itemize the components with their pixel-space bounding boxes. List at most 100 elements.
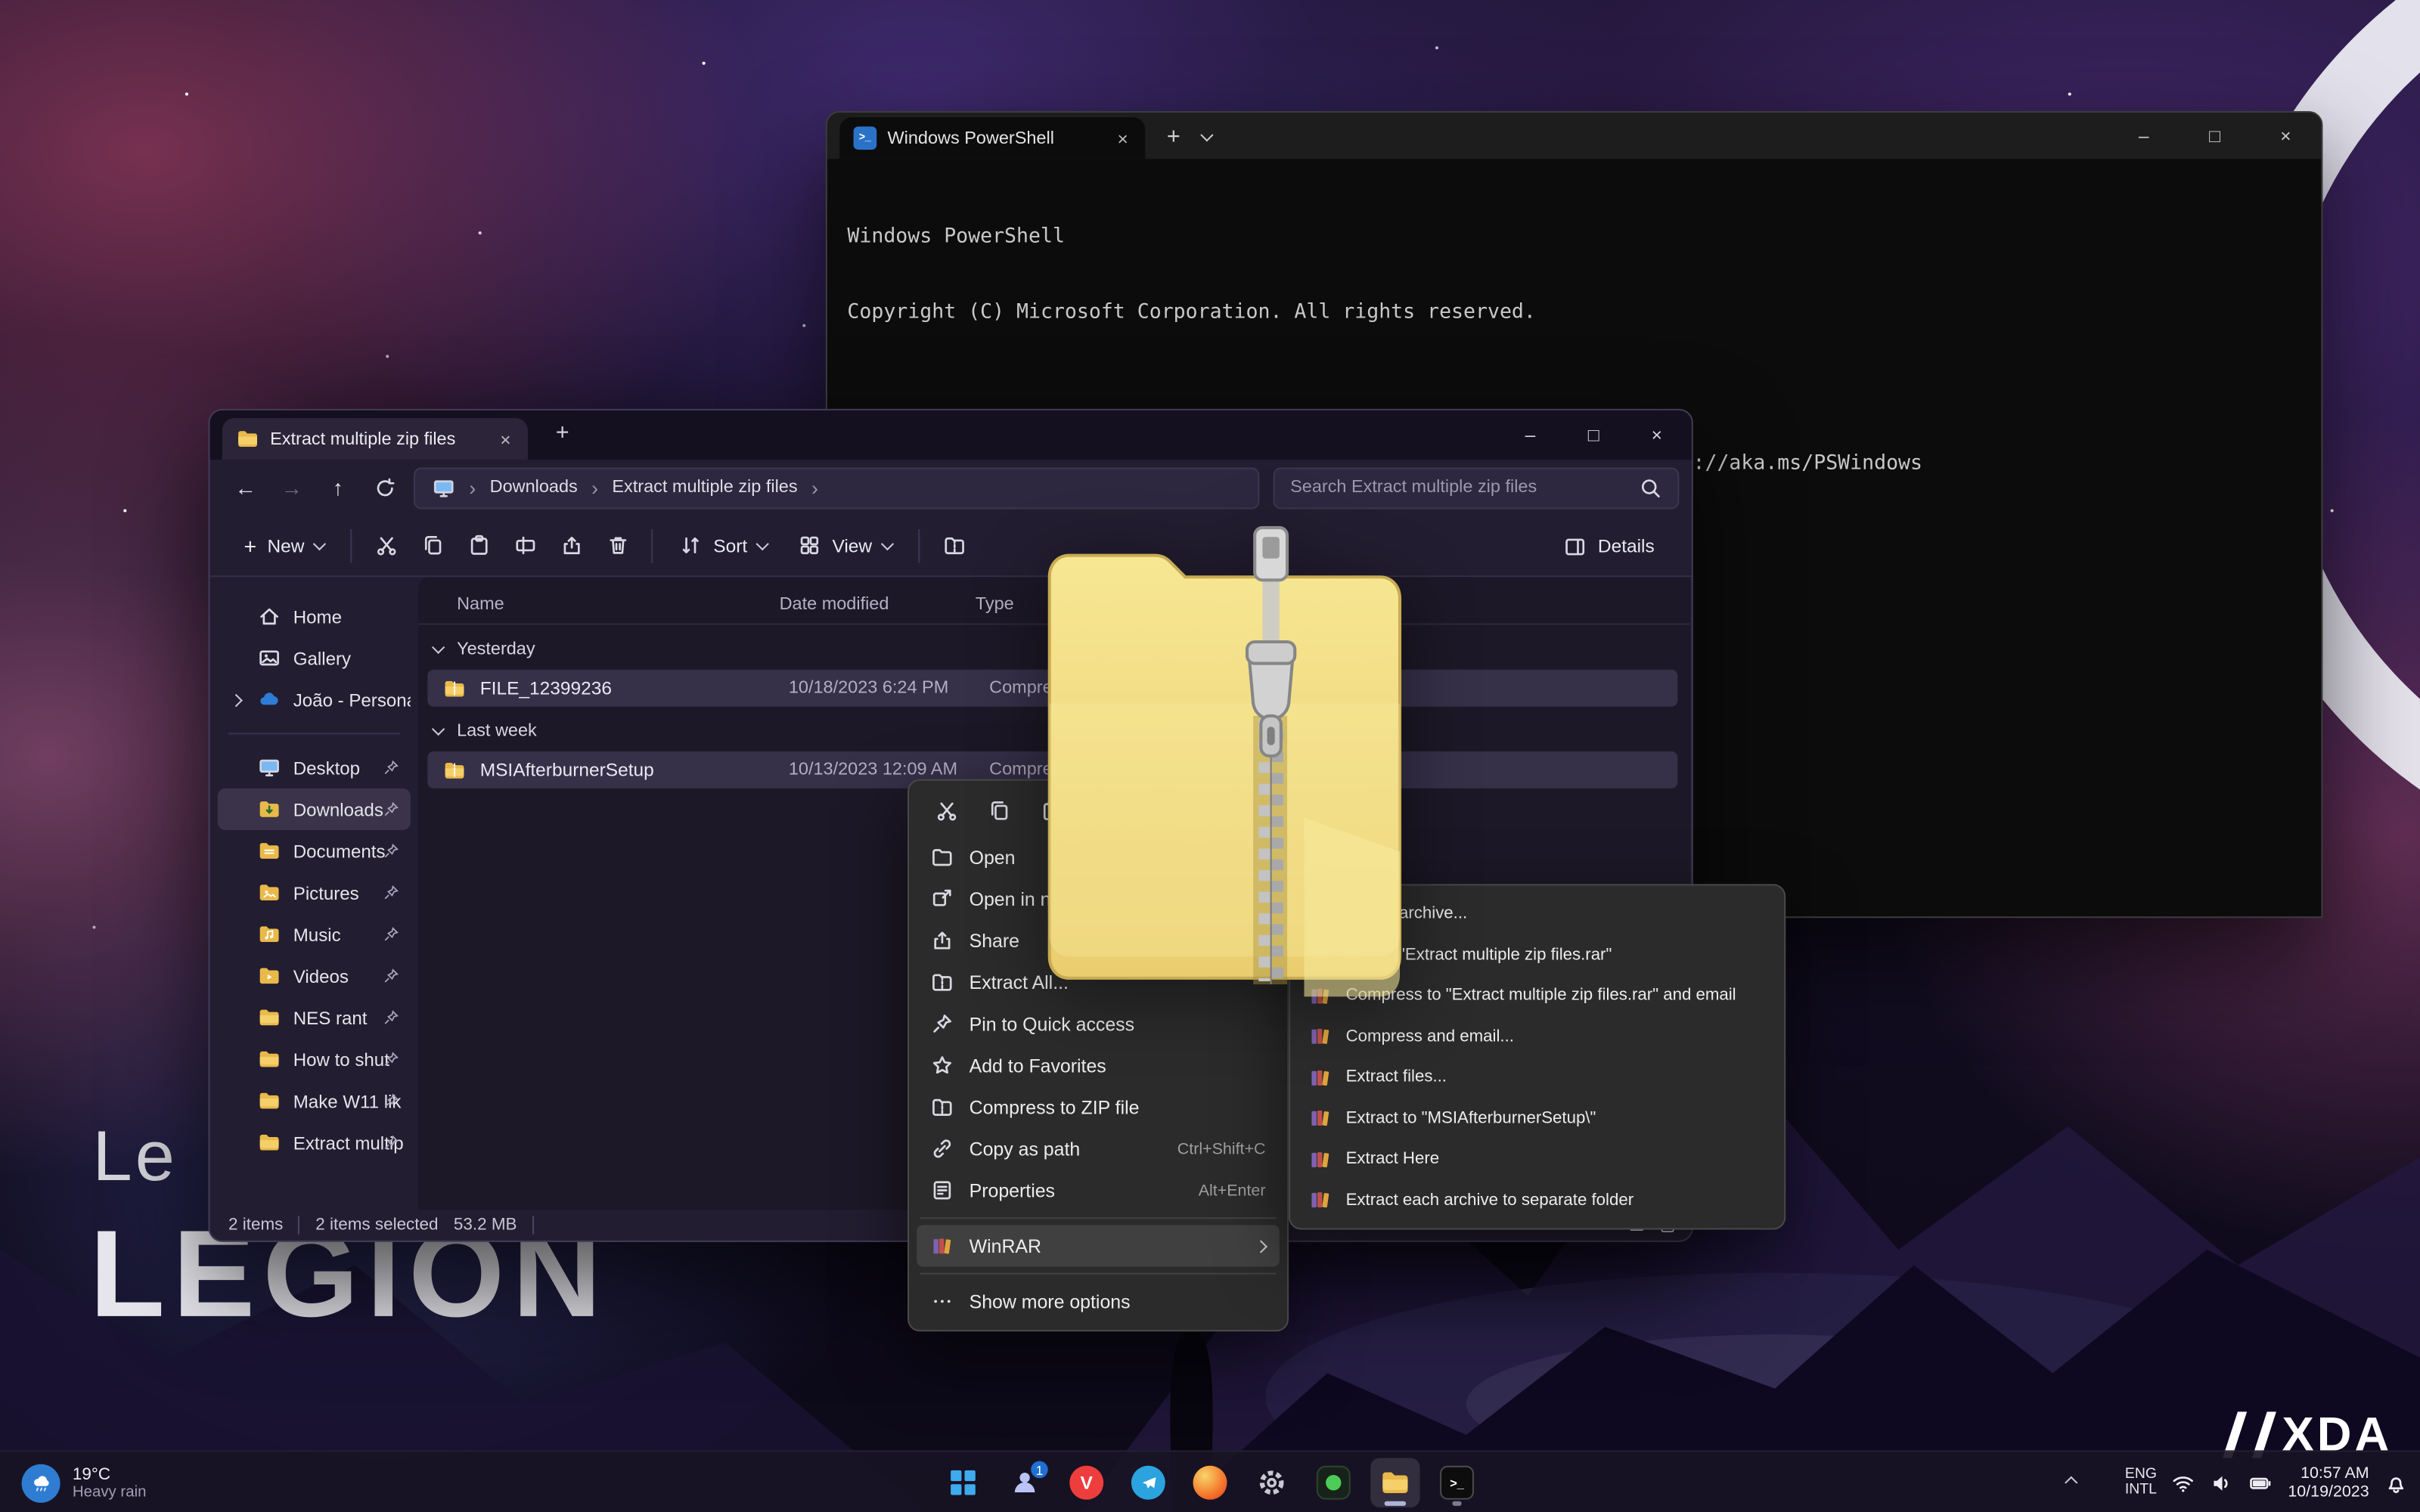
weather-widget[interactable]: 19°C Heavy rain: [12, 1458, 155, 1507]
tab-dropdown-icon[interactable]: [1202, 122, 1211, 150]
tray-expand-icon[interactable]: [2066, 1478, 2075, 1487]
status-divider: [532, 1216, 534, 1234]
new-tab-button[interactable]: +: [1167, 122, 1181, 149]
file-explorer-icon[interactable]: [1370, 1458, 1419, 1507]
date-label: 10/19/2023: [2288, 1483, 2369, 1501]
paste-button[interactable]: [455, 522, 501, 569]
column-date-modified[interactable]: Date modified: [780, 595, 976, 613]
sort-button[interactable]: Sort: [664, 522, 783, 569]
sidebar-item-folder[interactable]: Extract multip: [218, 1122, 411, 1163]
folder-icon: [258, 1131, 281, 1154]
breadcrumb-current[interactable]: Extract multiple zip files: [612, 479, 797, 497]
menu-item-winrar[interactable]: WinRAR: [917, 1225, 1280, 1266]
submenu-item-extract-each-archive[interactable]: Extract each archive to separate folder: [1296, 1179, 1778, 1220]
time-label: 10:57 AM: [2288, 1464, 2369, 1483]
extract-zip-icon: [942, 534, 966, 557]
up-button[interactable]: ↑: [315, 466, 361, 509]
forward-button[interactable]: →: [268, 466, 315, 509]
powershell-titlebar[interactable]: >_ Windows PowerShell × + – □ ×: [827, 113, 2322, 159]
cut-icon[interactable]: [935, 799, 959, 823]
sidebar-item-music[interactable]: Music: [218, 913, 411, 955]
back-button[interactable]: ←: [222, 466, 268, 509]
telegram-icon[interactable]: [1124, 1458, 1173, 1507]
tab-close-icon[interactable]: ×: [1114, 127, 1131, 149]
tab-close-icon[interactable]: ×: [497, 428, 513, 450]
sidebar-item-videos[interactable]: Videos: [218, 955, 411, 996]
column-name[interactable]: Name: [457, 595, 780, 613]
sidebar-item-folder[interactable]: Make W11 lik: [218, 1080, 411, 1122]
sidebar-item-downloads[interactable]: Downloads: [218, 789, 411, 830]
details-button[interactable]: Details: [1549, 523, 1671, 569]
menu-item-copy-as-path[interactable]: Copy as path Ctrl+Shift+C: [917, 1128, 1280, 1170]
scissors-icon: [374, 534, 398, 557]
submenu-item-compress-and-email[interactable]: Compress and email...: [1296, 1016, 1778, 1057]
share-button[interactable]: [548, 522, 594, 569]
sidebar-item-folder[interactable]: NES rant: [218, 996, 411, 1038]
terminal-icon[interactable]: >_: [1432, 1458, 1481, 1507]
submenu-item-extract-to-folder[interactable]: Extract to "MSIAfterburnerSetup\": [1296, 1098, 1778, 1139]
close-button[interactable]: ×: [2251, 113, 2322, 159]
wifi-icon[interactable]: [2172, 1471, 2195, 1495]
search-input[interactable]: Search Extract multiple zip files: [1274, 466, 1680, 508]
start-button[interactable]: [939, 1458, 988, 1507]
maximize-button[interactable]: □: [2180, 113, 2251, 159]
maximize-button[interactable]: □: [1562, 411, 1625, 460]
file-date: 10/13/2023 12:09 AM: [789, 761, 989, 779]
firefox-icon[interactable]: [1185, 1458, 1234, 1507]
copy-button[interactable]: [409, 522, 455, 569]
explorer-tab-title: Extract multiple zip files: [270, 429, 486, 448]
green-app-icon[interactable]: [1309, 1458, 1358, 1507]
terminal-line: Copyright (C) Microsoft Corporation. All…: [847, 301, 2301, 326]
sidebar-item-documents[interactable]: Documents: [218, 830, 411, 872]
vivaldi-icon[interactable]: V: [1062, 1458, 1111, 1507]
breadcrumb-downloads[interactable]: Downloads: [490, 479, 578, 497]
close-button[interactable]: ×: [1625, 411, 1689, 460]
sidebar-item-pictures[interactable]: Pictures: [218, 872, 411, 913]
breadcrumb[interactable]: › Downloads › Extract multiple zip files…: [414, 466, 1259, 508]
sidebar-item-gallery[interactable]: Gallery: [218, 637, 411, 679]
new-tab-button[interactable]: +: [556, 420, 569, 446]
zip-folder-icon: [442, 758, 466, 782]
cut-button[interactable]: [363, 522, 409, 569]
system-tray: ENG INTL 10:57 AM 10/19/2023: [2066, 1452, 2407, 1512]
extract-all-button[interactable]: [931, 522, 977, 569]
breadcrumb-separator: ›: [811, 478, 818, 498]
sidebar-item-folder[interactable]: How to shut: [218, 1038, 411, 1080]
submenu-item-extract-files[interactable]: Extract files...: [1296, 1057, 1778, 1098]
chat-app-icon[interactable]: 1: [1000, 1458, 1049, 1507]
sidebar-item-desktop[interactable]: Desktop: [218, 747, 411, 789]
notification-bell-icon[interactable]: [2384, 1471, 2408, 1495]
star-icon: [931, 1054, 954, 1077]
chevron-right-icon[interactable]: [230, 693, 243, 706]
menu-item-show-more[interactable]: Show more options: [917, 1281, 1280, 1322]
shortcut-label: Ctrl+Shift+C: [1177, 1139, 1266, 1157]
settings-icon[interactable]: [1247, 1458, 1296, 1507]
delete-button[interactable]: [594, 522, 641, 569]
battery-icon[interactable]: [2249, 1471, 2273, 1495]
file-name: FILE_12399236: [480, 677, 789, 699]
new-button[interactable]: + New: [228, 522, 340, 569]
speaker-icon[interactable]: [2211, 1471, 2234, 1495]
rename-button[interactable]: [502, 522, 548, 569]
copy-icon[interactable]: [988, 799, 1011, 823]
menu-item-compress-zip[interactable]: Compress to ZIP file: [917, 1086, 1280, 1128]
menu-item-add-favorites[interactable]: Add to Favorites: [917, 1045, 1280, 1086]
powershell-tab[interactable]: >_ Windows PowerShell ×: [839, 117, 1145, 159]
minimize-button[interactable]: –: [1499, 411, 1562, 460]
plus-icon: +: [244, 533, 256, 558]
explorer-tab-strip[interactable]: Extract multiple zip files × + – □ ×: [210, 411, 1692, 460]
sidebar-item-onedrive[interactable]: João - Personal: [218, 679, 411, 720]
menu-item-pin-quick-access[interactable]: Pin to Quick access: [917, 1003, 1280, 1045]
explorer-tab[interactable]: Extract multiple zip files ×: [222, 418, 528, 460]
chevron-down-icon: [881, 537, 894, 550]
view-button[interactable]: View: [783, 522, 908, 569]
submenu-arrow-icon: [1255, 1239, 1267, 1252]
menu-item-properties[interactable]: Properties Alt+Enter: [917, 1170, 1280, 1211]
submenu-item-extract-here[interactable]: Extract Here: [1296, 1139, 1778, 1179]
sidebar-item-home[interactable]: Home: [218, 596, 411, 637]
clock[interactable]: 10:57 AM 10/19/2023: [2288, 1464, 2369, 1501]
minimize-button[interactable]: –: [2108, 113, 2180, 159]
refresh-button[interactable]: [361, 466, 408, 509]
chevron-down-icon: [432, 723, 445, 736]
language-indicator[interactable]: ENG INTL: [2125, 1467, 2157, 1499]
